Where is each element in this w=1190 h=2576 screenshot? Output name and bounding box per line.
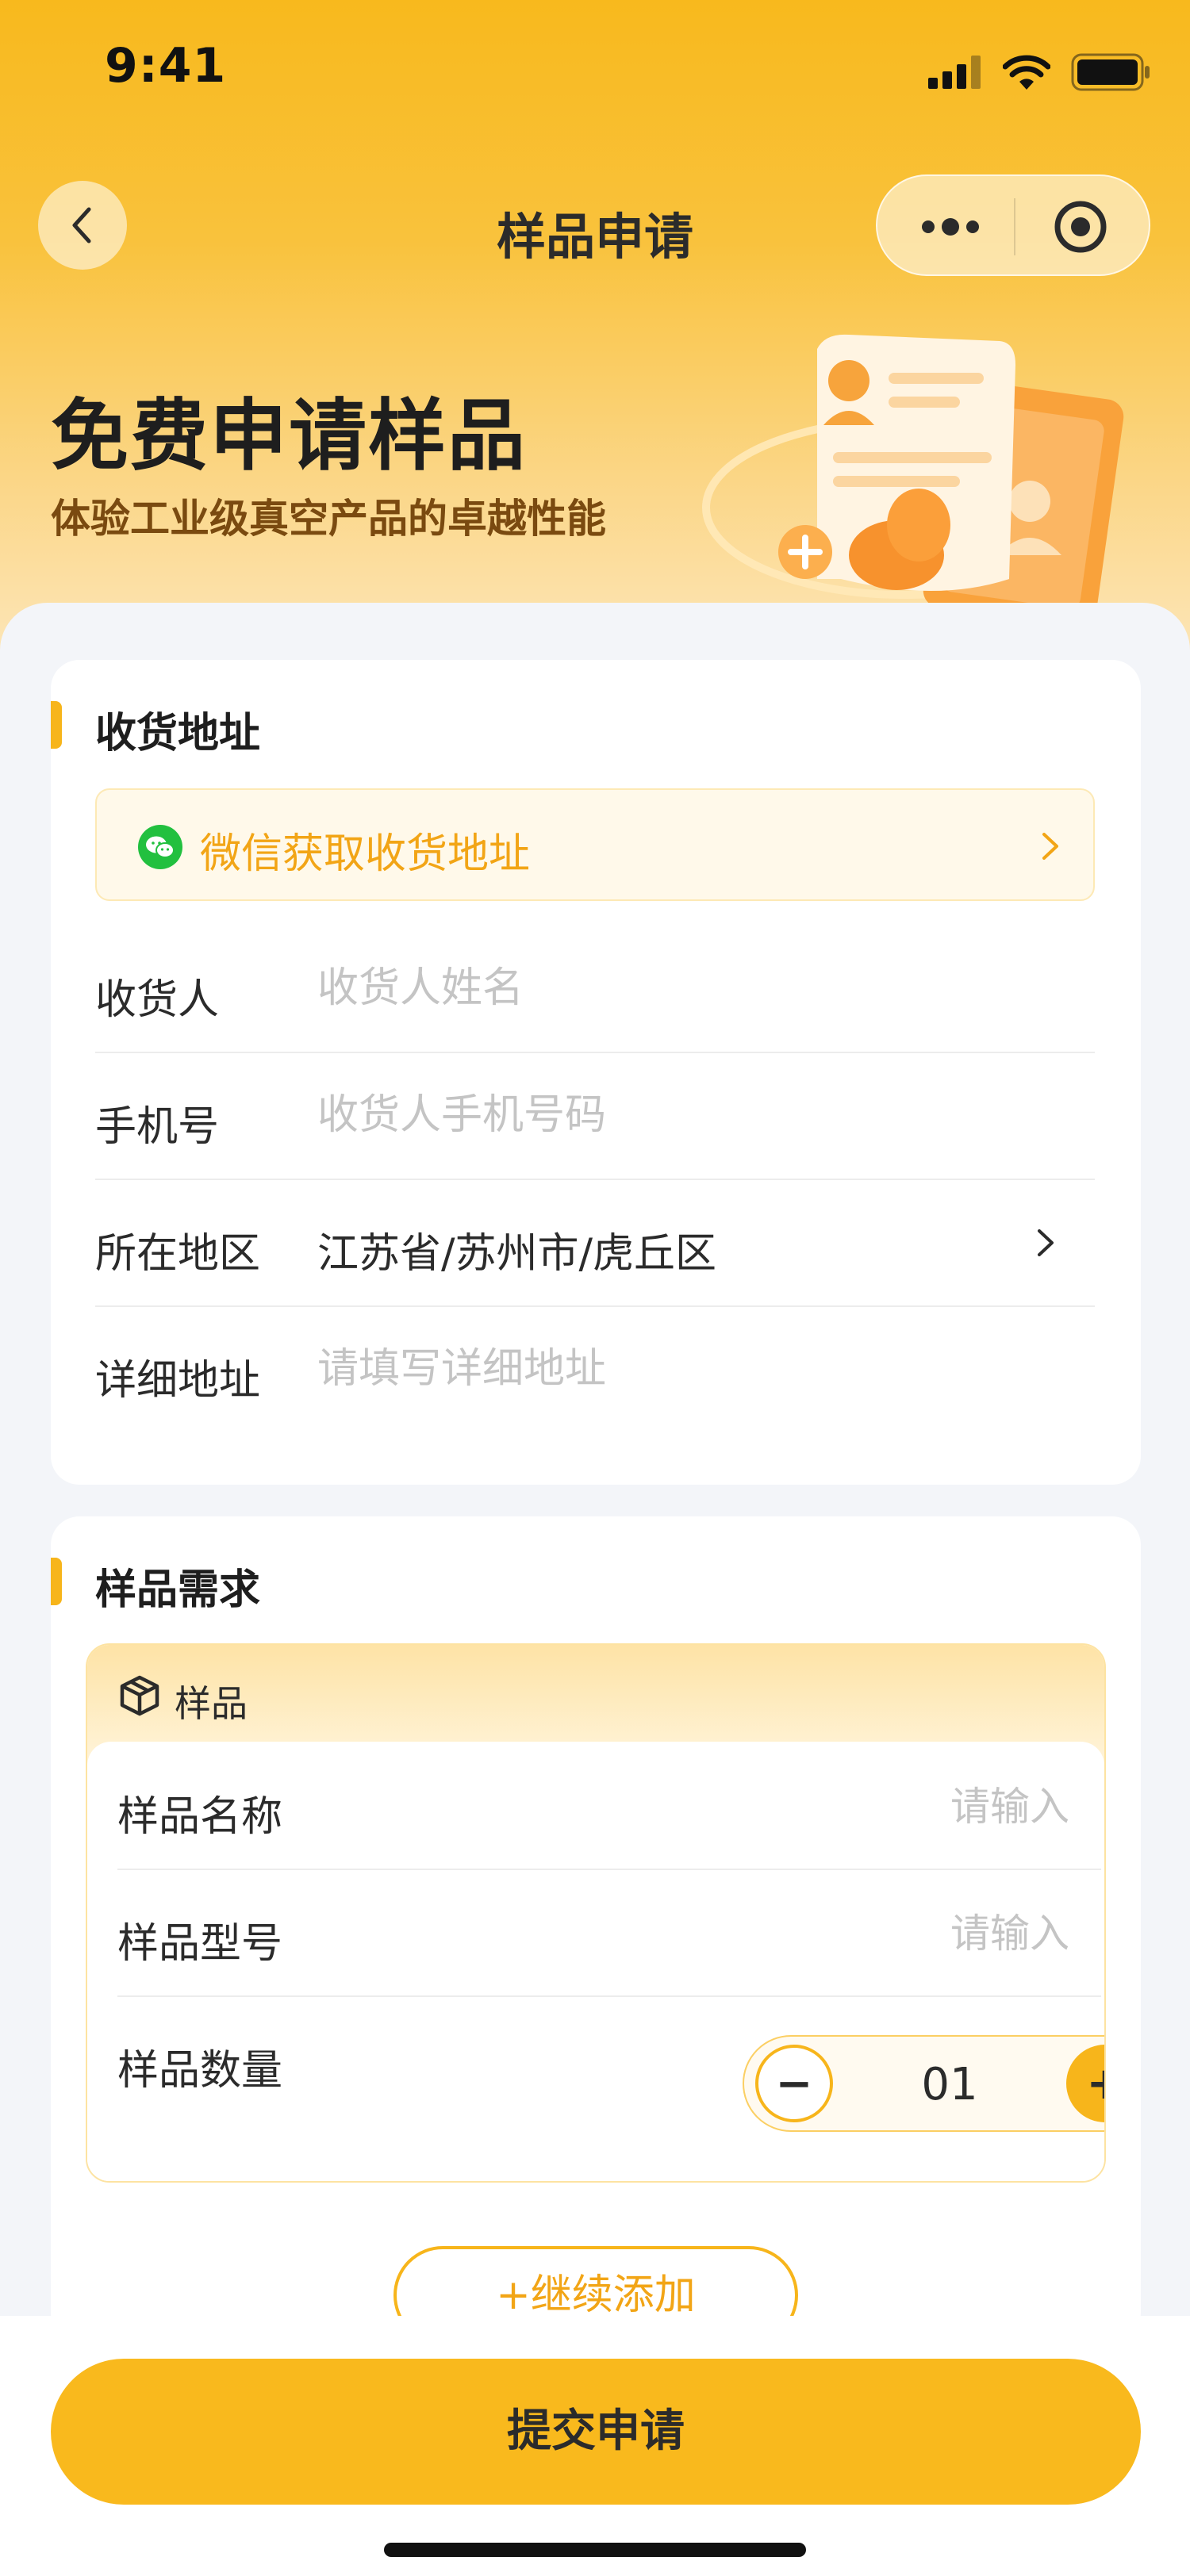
quantity-stepper: − 01 +: [743, 2035, 1104, 2132]
sample-item: 样品 样品名称 样品型号 样品数量 − 01 +: [86, 1643, 1106, 2183]
chevron-right-icon: [1042, 833, 1058, 860]
address-section-title: 收货地址: [95, 710, 261, 757]
sample-quantity-row: 样品数量 − 01 +: [117, 1995, 1104, 2132]
phone-input[interactable]: [317, 1082, 1031, 1148]
home-indicator: [384, 2543, 806, 2557]
status-time: 9:41: [105, 38, 227, 94]
sample-model-row: 样品型号: [117, 1869, 1101, 1997]
phone-label: 手机号: [95, 1103, 220, 1151]
sample-item-title: 样品: [175, 1682, 248, 1725]
recipient-row: 收货人: [95, 925, 1095, 1053]
wechat-address-button[interactable]: 微信获取收货地址: [95, 788, 1095, 901]
region-label: 所在地区: [95, 1230, 261, 1278]
capsule-divider: [1014, 198, 1015, 255]
region-row[interactable]: 所在地区 江苏省/苏州市/虎丘区: [95, 1179, 1095, 1307]
sample-model-input[interactable]: [593, 1900, 1069, 1967]
wechat-address-label: 微信获取收货地址: [200, 830, 531, 878]
recipient-input[interactable]: [317, 955, 1031, 1022]
wifi-icon: [1003, 55, 1050, 90]
detail-address-input[interactable]: [317, 1336, 1031, 1402]
recipient-label: 收货人: [95, 976, 220, 1024]
hero-title: 免费申请样品: [51, 391, 528, 481]
status-icons: [928, 52, 1150, 92]
sample-name-input[interactable]: [593, 1773, 1069, 1840]
miniprogram-capsule: [876, 174, 1150, 276]
sample-quantity-label: 样品数量: [117, 2047, 283, 2095]
hero-subtitle: 体验工业级真空产品的卓越性能: [51, 496, 606, 542]
bottom-bar: 提交申请: [0, 2316, 1190, 2576]
navigation-bar: 样品申请: [0, 173, 1190, 278]
section-accent-bar: [51, 701, 62, 749]
battery-icon: [1071, 53, 1150, 91]
page: 9:41 样品申请 免费申请样品 体验工业级真空产品的卓越性能 收货地址 微信获…: [0, 0, 1190, 2576]
chevron-right-icon: [1038, 1229, 1054, 1256]
section-accent-bar: [51, 1558, 62, 1605]
package-icon: [120, 1675, 159, 1716]
sample-name-row: 样品名称: [117, 1742, 1101, 1870]
quantity-value: 01: [921, 2059, 978, 2110]
submit-button[interactable]: 提交申请: [51, 2359, 1141, 2505]
more-icon[interactable]: [919, 211, 982, 243]
address-card: 收货地址 微信获取收货地址 收货人 手机号 所在地: [51, 660, 1141, 1485]
detail-address-label: 详细地址: [95, 1357, 261, 1405]
region-value: 江苏省/苏州市/虎丘区: [317, 1230, 717, 1278]
phone-row: 手机号: [95, 1052, 1095, 1180]
sample-card: 样品需求 样品 样品名称 样品型号: [51, 1516, 1141, 2341]
sample-section-title: 样品需求: [95, 1566, 261, 1614]
status-bar: 9:41: [0, 0, 1190, 143]
wechat-icon: [138, 825, 182, 869]
sample-name-label: 样品名称: [117, 1793, 283, 1841]
detail-address-row: 详细地址: [95, 1305, 1095, 1432]
sample-item-body: 样品名称 样品型号 样品数量 − 01 +: [87, 1742, 1104, 2181]
sample-application-illustration: [702, 334, 1124, 619]
sample-model-label: 样品型号: [117, 1920, 283, 1968]
increment-button[interactable]: +: [1066, 2045, 1104, 2122]
signal-icon: [928, 56, 981, 89]
close-miniprogram-icon[interactable]: [1054, 200, 1107, 254]
